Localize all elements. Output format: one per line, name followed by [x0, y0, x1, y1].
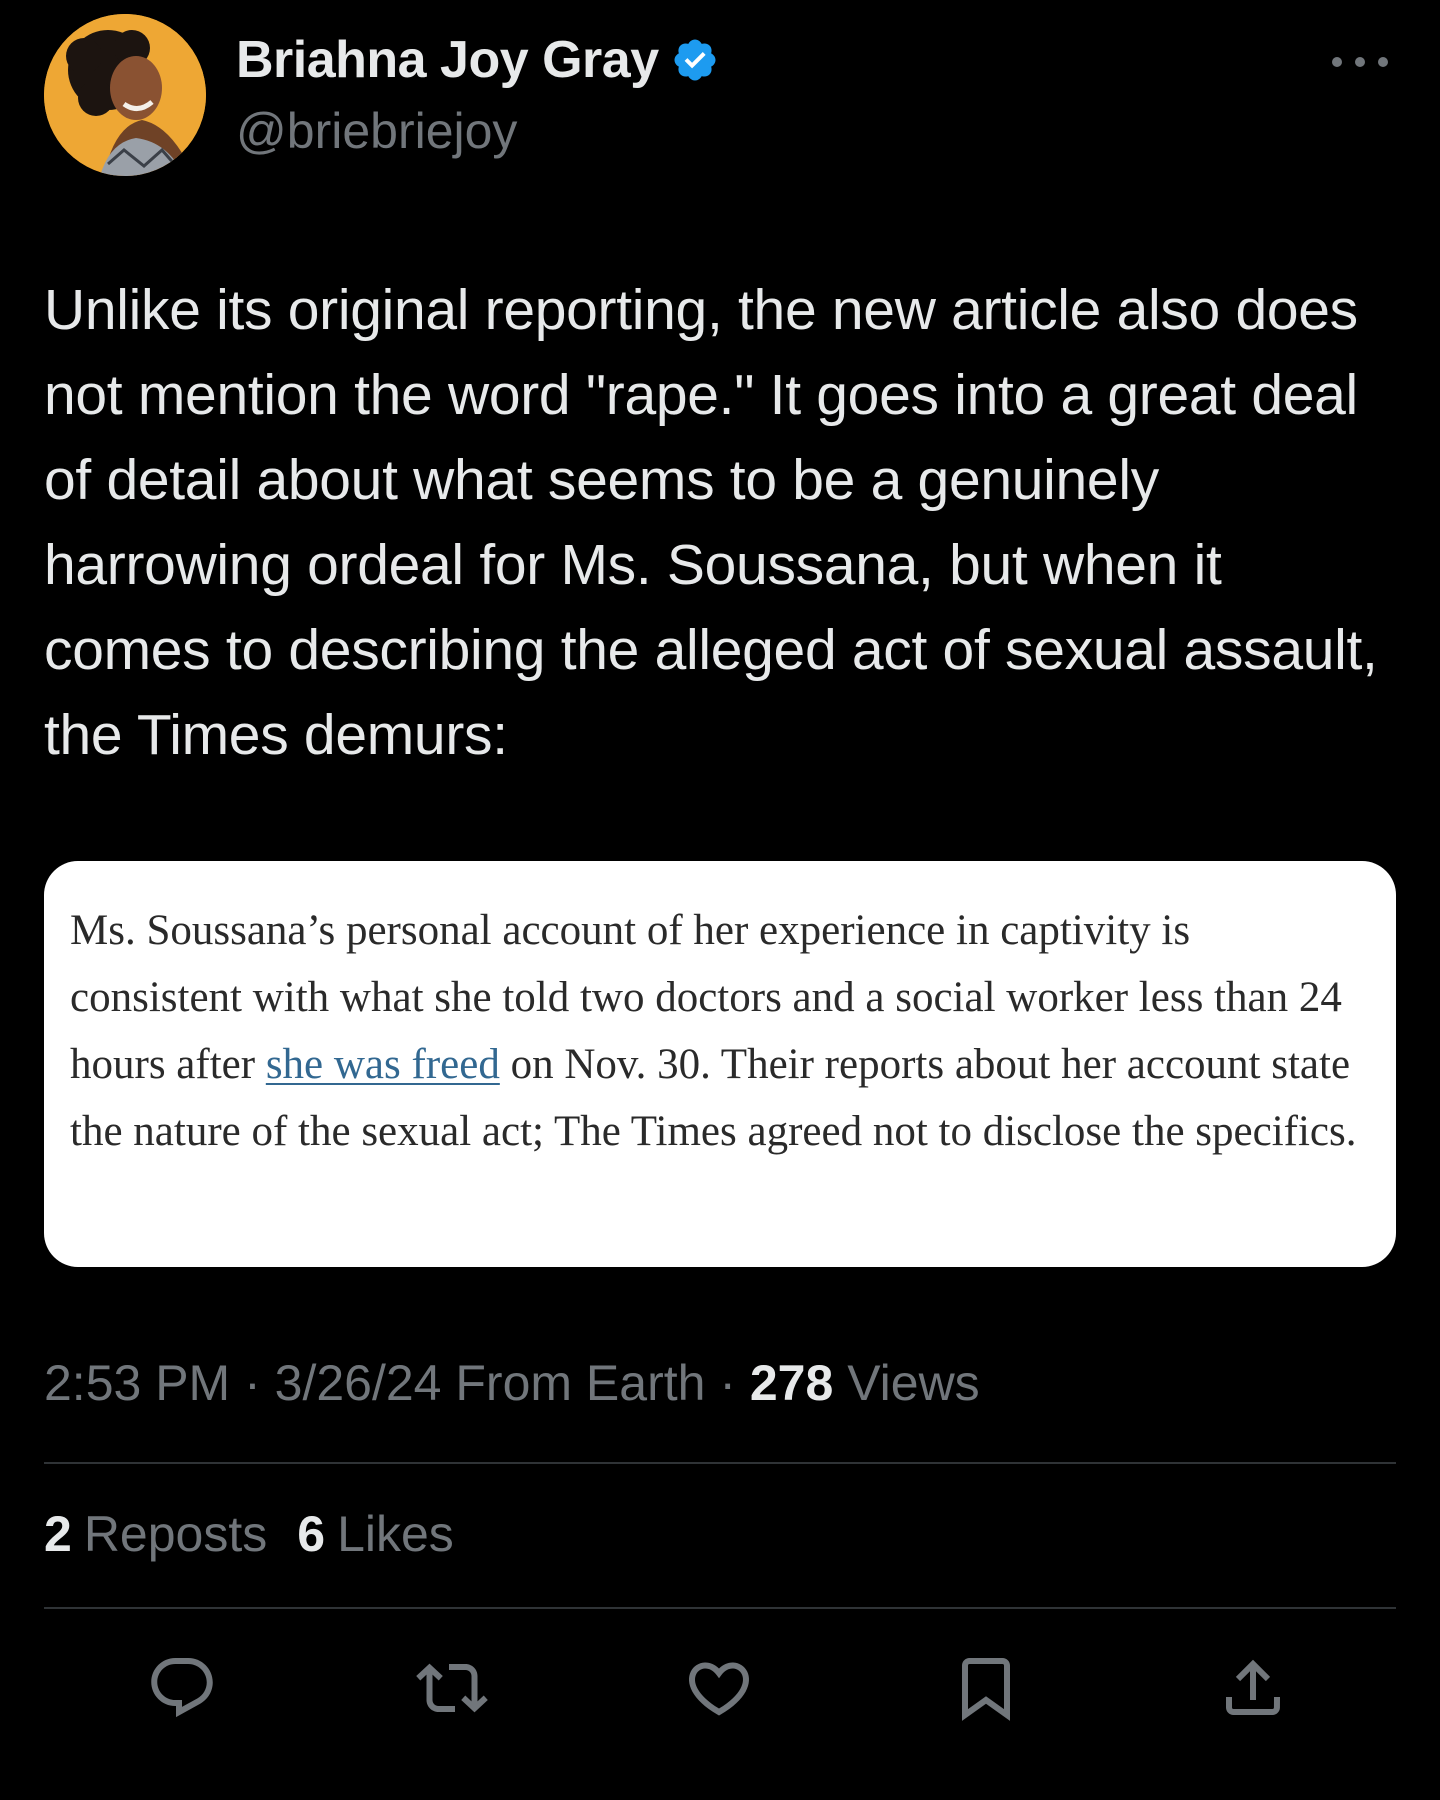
excerpt-link: she was freed [265, 1041, 500, 1088]
likes-label: Likes [337, 1506, 454, 1562]
author-handle[interactable]: @briebriejoy [236, 102, 517, 160]
share-button[interactable] [1213, 1648, 1293, 1728]
reposts-stat[interactable]: 2 Reposts [44, 1505, 267, 1563]
profile-photo [44, 14, 206, 176]
verified-badge-icon [671, 36, 719, 84]
tweet-metadata: 2:53 PM · 3/26/24 From Earth · 278 Views [44, 1354, 980, 1412]
repost-button[interactable] [412, 1648, 492, 1728]
tweet-source: From Earth [441, 1355, 706, 1411]
attached-image[interactable]: Ms. Soussana’s personal account of her e… [44, 861, 1396, 1267]
repost-icon [416, 1663, 488, 1713]
reply-button[interactable] [142, 1648, 222, 1728]
likes-count: 6 [297, 1506, 326, 1562]
avatar[interactable] [44, 14, 206, 176]
reply-icon [151, 1658, 213, 1718]
heart-icon [688, 1662, 750, 1716]
bookmark-button[interactable] [946, 1648, 1026, 1728]
tweet-date[interactable]: 3/26/24 [275, 1355, 442, 1411]
reposts-count: 2 [44, 1506, 72, 1562]
divider [44, 1462, 1396, 1464]
divider [44, 1607, 1396, 1609]
bookmark-icon [962, 1658, 1010, 1721]
like-button[interactable] [679, 1648, 759, 1728]
reposts-label: Reposts [83, 1506, 268, 1562]
share-icon [1226, 1659, 1280, 1715]
quoted-article-excerpt: Ms. Soussana’s personal account of her e… [70, 897, 1372, 1165]
meta-separator: · [705, 1355, 750, 1411]
engagement-stats: 2 Reposts 6 Likes [44, 1505, 454, 1563]
meta-separator: · [230, 1355, 275, 1411]
views-label: Views [833, 1355, 980, 1411]
more-options-icon[interactable] [1332, 54, 1388, 70]
author-name-row: Briahna Joy Gray [236, 30, 719, 90]
views-count: 278 [749, 1355, 834, 1411]
author-display-name[interactable]: Briahna Joy Gray [236, 30, 659, 90]
tweet-text: Unlike its original reporting, the new a… [44, 278, 1378, 767]
tweet-detail: Briahna Joy Gray @briebriejoy Unlike its… [0, 0, 1440, 1800]
tweet-time[interactable]: 2:53 PM [44, 1355, 230, 1411]
likes-stat[interactable]: 6 Likes [297, 1505, 454, 1563]
